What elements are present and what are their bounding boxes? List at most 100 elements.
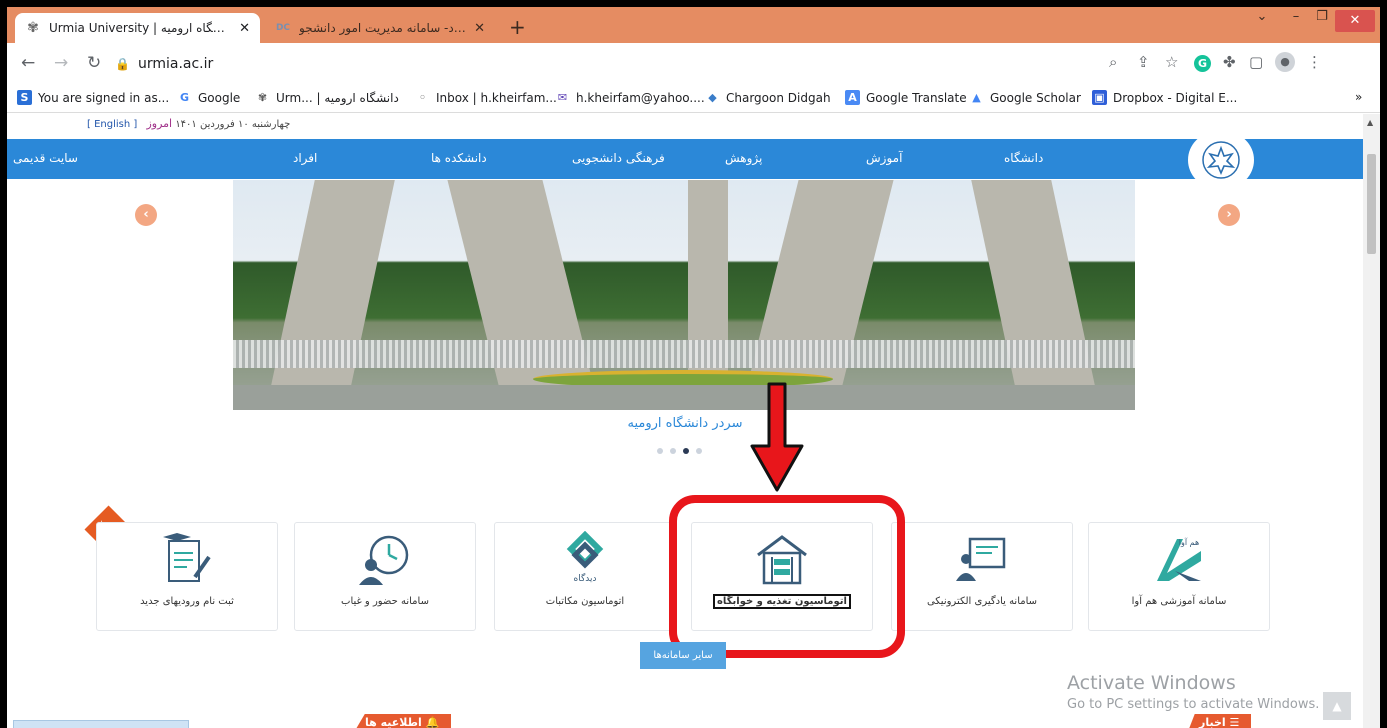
back-button[interactable]: ← [21,53,35,73]
nav-people[interactable]: افراد [293,151,317,165]
registration-form-icon [163,533,211,582]
card-new-student-registration[interactable]: ثبت نام ورودیهای جدید [96,522,278,631]
english-link[interactable]: [ English ] [87,119,137,130]
slider-dot[interactable] [696,448,702,454]
urmia-emblem-icon [1202,141,1240,179]
scroll-to-top-button[interactable]: ▲ [1323,692,1351,720]
attendance-clock-icon [359,535,409,585]
bell-icon: 🔔 [425,716,440,728]
browser-window: ✾ Urmia University | دانشگاه ارومیه ✕ DC… [7,7,1380,728]
tab-title: Urmia University | دانشگاه ارومیه [49,21,232,35]
bookmarks-overflow-button[interactable]: » [1355,90,1362,104]
grammarly-icon[interactable]: G [1194,53,1211,72]
mail-server-icon: ◦ [418,91,427,104]
nav-education[interactable]: آموزش [866,151,902,165]
bookmark-google[interactable]: G Google [177,90,240,105]
profile-avatar[interactable]: ● [1275,51,1295,72]
bookmark-star-icon[interactable]: ☆ [1165,53,1178,71]
slider-prev-button[interactable]: ‹ [135,204,157,226]
google-logo-icon: G [179,91,190,104]
card-correspondence-automation[interactable]: دیدگاه اتوماسیون مکاتبات [494,522,676,631]
bookmark-dropbox[interactable]: ▣ Dropbox - Digital E... [1092,90,1237,105]
nav-student-culture[interactable]: فرهنگی دانشجویی [572,151,665,165]
hero-slider-image[interactable] [233,180,1135,410]
tab-samad[interactable]: DC سماد- سامانه مدیریت امور دانشجو ✕ [265,13,495,43]
bookmark-signed-in[interactable]: S You are signed in as... [17,90,169,105]
slider-next-button[interactable]: › [1218,204,1240,226]
dc-favicon-icon: DC [275,23,291,33]
bookmark-label: Google Translate [866,90,967,105]
announcements-tab[interactable]: اطلاعیه ها 🔔 [353,714,452,728]
bookmark-chargoon[interactable]: ◆ Chargoon Didgah [705,90,831,105]
nav-old-site[interactable]: سایت قدیمی [13,151,78,165]
web-page: [ English ] چهارشنبه ۱۰ فروردین ۱۴۰۱ امر… [7,114,1363,728]
activate-subtitle: Go to PC settings to activate Windows. [1067,697,1320,712]
bookmark-google-translate[interactable]: A Google Translate [845,90,967,105]
bookmark-label: Urm... | دانشگاه ارومیه [276,90,399,105]
news-tab[interactable]: اخبار ☰ [1187,714,1252,728]
maximize-button[interactable]: ❐ [1305,9,1339,24]
lock-icon: 🔒 [115,56,130,71]
bookmark-yahoo[interactable]: ✉ h.kheirfam@yahoo.... [555,90,705,105]
bookmark-urmia[interactable]: ✾ Urm... | دانشگاه ارومیه [255,90,399,105]
card-hamava-education[interactable]: هم آوا سامانه آموزشی هم آوا [1088,522,1270,631]
red-down-arrow-annotation [750,382,804,492]
bookmark-label: Chargoon Didgah [726,90,831,105]
menu-icon[interactable]: ⋮ [1307,53,1322,71]
scroll-up-arrow-icon[interactable]: ▲ [1367,118,1373,127]
new-tab-button[interactable]: + [509,15,526,39]
bookmark-label: Dropbox - Digital E... [1113,90,1238,105]
card-label: ثبت نام ورودیهای جدید [140,596,234,607]
didgah-logo-text: دیدگاه [574,572,597,584]
scrollbar-thumb[interactable] [1367,154,1376,254]
card-label: سامانه آموزشی هم آوا [1131,596,1227,607]
urmia-logo-icon: ✾ [27,20,39,36]
scholar-cap-icon: ▲ [972,91,981,104]
nav-research[interactable]: پژوهش [725,151,762,165]
page-scrollbar[interactable]: ▲ [1363,114,1380,728]
translate-icon: A [845,90,860,105]
university-logo[interactable] [1188,132,1254,188]
bookmark-label: Google Scholar [990,90,1081,105]
road [233,385,1135,410]
close-window-button[interactable]: ✕ [1335,10,1375,32]
slider-dots [657,448,702,454]
extensions-icon[interactable]: ✤ [1223,53,1236,71]
main-navigation: سایت قدیمی افراد دانشکده ها فرهنگی دانشج… [7,139,1363,179]
card-elearning-system[interactable]: سامانه یادگیری الکترونیکی [891,522,1073,631]
slider-dot[interactable] [657,448,663,454]
close-tab-icon[interactable]: ✕ [474,21,485,36]
reload-button[interactable]: ↻ [87,53,101,73]
nav-university[interactable]: دانشگاه [1004,151,1043,165]
more-systems-button[interactable]: سایر سامانه‌ها [640,642,726,669]
date-line: [ English ] چهارشنبه ۱۰ فروردین ۱۴۰۱ امر… [87,117,290,130]
browser-toolbar: ← → ↻ 🔒 urmia.ac.ir ⌕ ⇪ ☆ G ✤ ▢ ● ⋮ [7,43,1380,83]
elearning-icon [956,537,1006,581]
card-label: سامانه یادگیری الکترونیکی [926,596,1038,607]
activate-title: Activate Windows [1067,672,1236,694]
tab-search-chevron-icon[interactable]: ⌄ [1245,9,1279,24]
current-date: چهارشنبه ۱۰ فروردین ۱۴۰۱ [175,119,291,130]
zoom-icon[interactable]: ⌕ [1109,53,1117,71]
bookmark-inbox[interactable]: ◦ Inbox | h.kheirfam... [415,90,557,105]
slider-dot-active[interactable] [683,448,689,454]
close-tab-icon[interactable]: ✕ [239,21,250,36]
address-bar[interactable]: 🔒 urmia.ac.ir [115,50,1175,77]
side-panel-icon[interactable]: ▢ [1249,53,1263,71]
share-icon[interactable]: ⇪ [1137,53,1150,71]
slider-dot[interactable] [670,448,676,454]
activate-windows-watermark: Activate Windows Go to PC settings to ac… [1067,672,1319,712]
bookmark-label: Google [198,90,241,105]
dropbox-icon: ▣ [1092,90,1107,105]
forward-button[interactable]: → [54,53,68,73]
bookmark-google-scholar[interactable]: ▲ Google Scholar [969,90,1081,105]
nav-faculties[interactable]: دانشکده ها [431,151,487,165]
tab-strip: ✾ Urmia University | دانشگاه ارومیه ✕ DC… [7,7,1380,43]
urmia-logo-icon: ✾ [257,91,268,104]
news-label: اخبار [1199,716,1226,728]
card-attendance-system[interactable]: سامانه حضور و غیاب [294,522,476,631]
bookmark-label: h.kheirfam@yahoo.... [576,90,705,105]
url-text: urmia.ac.ir [137,55,214,72]
tab-urmia-university[interactable]: ✾ Urmia University | دانشگاه ارومیه ✕ [15,13,260,43]
envelope-icon: ✉ [557,91,568,104]
